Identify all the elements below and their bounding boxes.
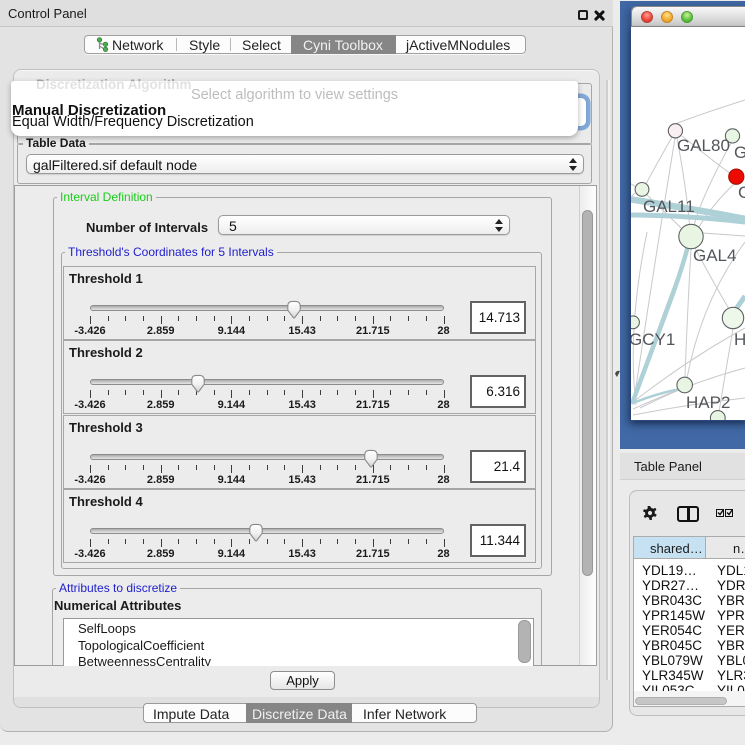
svg-text:GAL4: GAL4 (693, 246, 736, 265)
svg-text:GAL80: GAL80 (677, 136, 730, 155)
svg-text:GAL11: GAL11 (643, 197, 695, 216)
svg-text:C: C (738, 183, 745, 202)
svg-text:GCY1: GCY1 (631, 330, 675, 349)
svg-text:HAP2: HAP2 (686, 393, 730, 412)
svg-text:H: H (734, 330, 745, 349)
svg-text:G.: G. (734, 143, 745, 162)
